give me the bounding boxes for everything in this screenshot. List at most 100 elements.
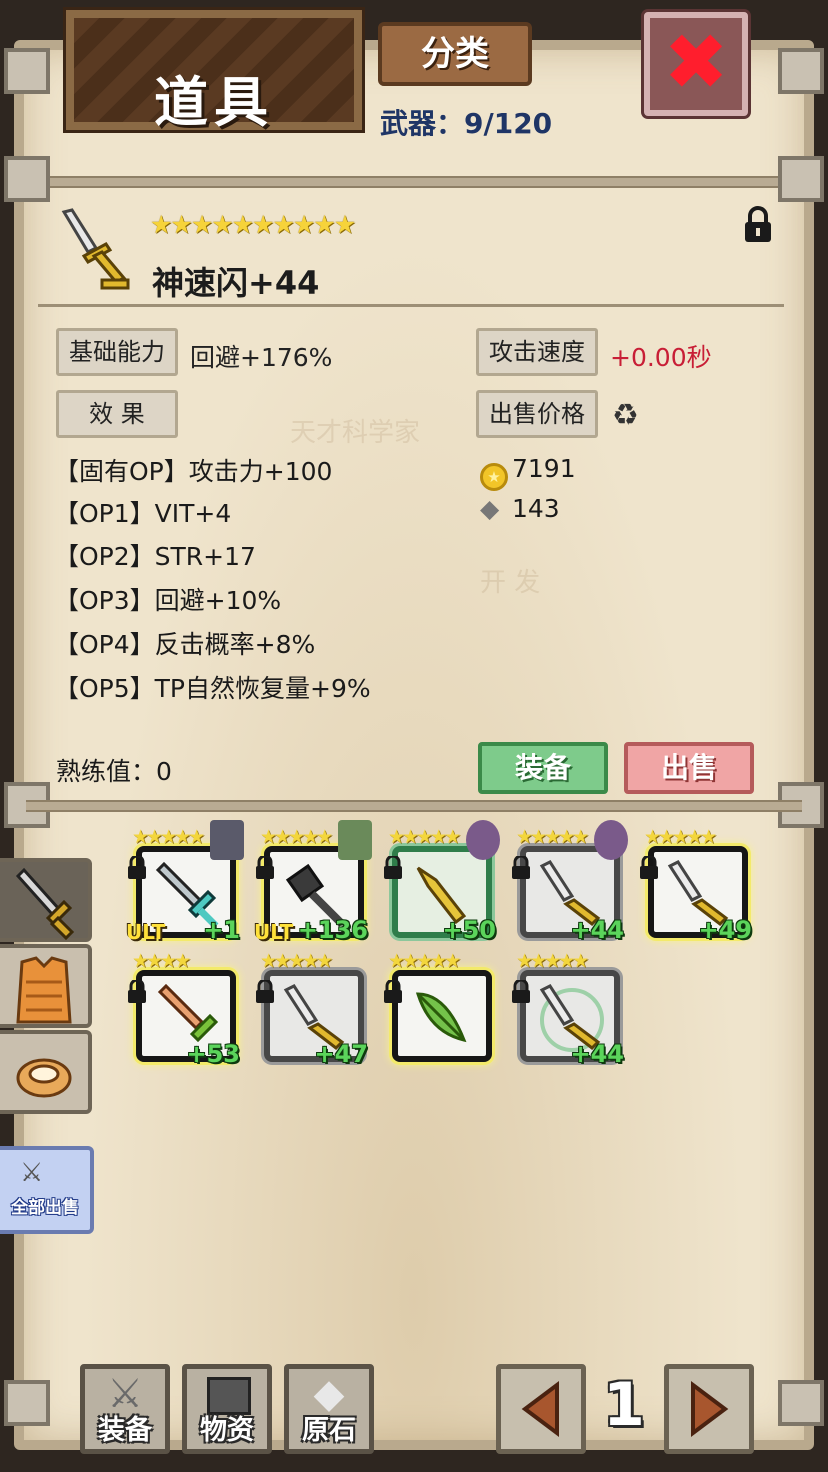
effect-line-fixed: 【固有OP】攻击力+100 — [54, 457, 333, 486]
slot-stars: ★★★★★ — [260, 950, 333, 972]
proficiency: 熟练值：0 — [56, 757, 172, 786]
attack-speed-value: +0.00秒 — [610, 343, 712, 372]
sell-all-icon: ⚔ — [20, 1158, 44, 1188]
slot-stars: ★★★★★ — [516, 826, 589, 848]
lock-icon — [640, 856, 658, 879]
inventory-slot-5[interactable]: ★★★★★ +49 — [640, 826, 752, 944]
materials-nav-button[interactable]: 物资 — [182, 1364, 272, 1454]
item-stars: ★★★★★★★★★★ — [150, 210, 356, 239]
character-avatar — [338, 820, 372, 860]
inventory-slot-2[interactable]: ★★★★★ ULT +136 — [254, 820, 372, 944]
frame-corner — [778, 1380, 824, 1426]
ring-tab-icon — [16, 1058, 72, 1098]
title-board: 道具 — [66, 10, 362, 134]
gold-coin-icon: ★ — [480, 463, 508, 491]
character-avatar — [466, 820, 500, 860]
slot-level: +44 — [570, 1040, 624, 1068]
sell-all-label: 全部出售 — [11, 1198, 79, 1218]
equip-nav-label: 装备 — [98, 1415, 152, 1446]
effect-tag: 效 果 — [56, 390, 178, 438]
lock-icon — [384, 856, 402, 879]
prev-page-button[interactable] — [496, 1364, 586, 1454]
character-avatar — [210, 820, 244, 860]
sword-tab-icon — [15, 867, 75, 941]
base-ability-value: 回避+176% — [190, 343, 333, 372]
close-button[interactable]: ✖ — [644, 12, 748, 116]
ore-nav-label: 原石 — [302, 1415, 356, 1446]
slot-stars: ★★★★★ — [516, 950, 589, 972]
effect-line-op5: 【OP5】TP自然恢复量+9% — [54, 674, 371, 703]
slot-level: +44 — [570, 916, 624, 944]
inventory-slot-1[interactable]: ★★★★★ ULT +1 — [126, 820, 244, 944]
slot-stars: ★★★★★ — [388, 950, 461, 972]
slot-stars: ★★★★ — [132, 950, 191, 972]
slot-level: +47 — [314, 1040, 368, 1068]
frame-corner — [778, 156, 824, 202]
sell-all-button[interactable]: ⚔ 全部出售 — [0, 1146, 94, 1234]
background-watermark: 天才科学家 — [290, 418, 421, 448]
sell-button[interactable]: 出售 — [624, 742, 754, 794]
effect-line-op2: 【OP2】STR+17 — [54, 542, 256, 571]
slot-level: +50 — [442, 916, 496, 944]
inventory-slot-6[interactable]: ★★★★ +53 — [128, 950, 240, 1068]
ore-nav-button[interactable]: ◆ 原石 — [284, 1364, 374, 1454]
ult-badge: ULT — [126, 920, 166, 944]
detail-divider — [38, 304, 784, 307]
effect-line-op4: 【OP4】反击概率+8% — [54, 630, 316, 659]
base-ability-tag: 基础能力 — [56, 328, 178, 376]
ult-badge: ULT — [254, 920, 294, 944]
gold-price: ★ 7191 — [480, 454, 576, 491]
recycle-icon: ♻ — [612, 398, 639, 433]
lock-icon[interactable] — [742, 206, 774, 244]
sell-price-tag: 出售价格 — [476, 390, 598, 438]
next-page-button[interactable] — [664, 1364, 754, 1454]
frame-corner — [4, 1380, 50, 1426]
armor-tab-icon — [16, 956, 72, 1024]
gold-price-value: 7191 — [512, 454, 576, 483]
arrow-left-icon — [521, 1381, 559, 1437]
arrow-right-icon — [691, 1381, 729, 1437]
effect-line-op1: 【OP1】VIT+4 — [54, 499, 232, 528]
ore-price-value: 143 — [512, 494, 560, 523]
tab-armor[interactable] — [0, 944, 92, 1028]
page-title: 道具 — [154, 71, 274, 134]
item-name: 神速闪+44 — [152, 264, 320, 302]
frame-corner — [4, 48, 50, 94]
materials-nav-label: 物资 — [200, 1415, 254, 1446]
inventory-slot-8[interactable]: ★★★★★ — [384, 950, 494, 1062]
ore-icon: ◆ — [480, 494, 500, 523]
inventory-slot-3[interactable]: ★★★★★ +50 — [384, 820, 500, 944]
top-rail — [26, 176, 802, 188]
inventory-slot-7[interactable]: ★★★★★ +47 — [256, 950, 368, 1068]
slot-stars: ★★★★★ — [260, 826, 333, 848]
lock-icon — [384, 980, 402, 1003]
lock-icon — [256, 980, 274, 1003]
slot-stars: ★★★★★ — [132, 826, 205, 848]
weapon-count: 武器：9/120 — [380, 107, 553, 140]
slot-level: +49 — [698, 916, 752, 944]
background-watermark: 开 发 — [480, 568, 541, 598]
slot-level: +136 — [297, 916, 368, 944]
leaf-blade-icon — [415, 992, 467, 1043]
ore-price: ◆ 143 — [480, 494, 560, 523]
page-number: 1 — [603, 1370, 645, 1440]
lock-icon — [256, 856, 274, 879]
inventory-slot-4[interactable]: ★★★★★ +44 — [512, 820, 628, 944]
equip-button[interactable]: 装备 — [478, 742, 608, 794]
sword-icon — [58, 208, 132, 292]
lock-icon — [128, 980, 146, 1003]
tab-accessory[interactable] — [0, 1030, 92, 1114]
close-x-icon: ✖ — [663, 18, 729, 108]
effect-line-op3: 【OP3】回避+10% — [54, 586, 282, 615]
lock-icon — [512, 856, 530, 879]
attack-speed-tag: 攻击速度 — [476, 328, 598, 376]
slot-stars: ★★★★★ — [388, 826, 461, 848]
tab-weapons[interactable] — [0, 858, 92, 942]
category-button[interactable]: 分类 — [378, 22, 532, 86]
equip-nav-button[interactable]: ⚔ 装备 — [80, 1364, 170, 1454]
slot-level: +1 — [203, 916, 240, 944]
frame-corner — [4, 156, 50, 202]
mid-divider — [26, 800, 802, 812]
inventory-slot-9[interactable]: ★★★★★ +44 — [512, 950, 624, 1068]
slot-level: +53 — [186, 1040, 240, 1068]
